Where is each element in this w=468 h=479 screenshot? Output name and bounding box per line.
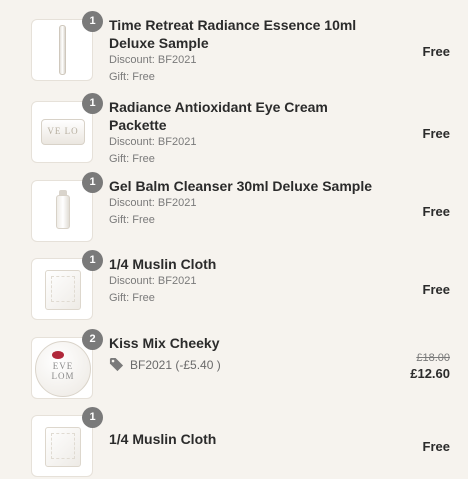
tag-icon (109, 357, 124, 372)
discount-label: Discount: BF2021 (109, 54, 197, 66)
product-name: Kiss Mix Cheeky (109, 335, 220, 351)
discount-label: Discount: BF2021 (109, 275, 197, 287)
quantity-badge: 1 (82, 93, 103, 114)
product-name: 1/4 Muslin Cloth (109, 431, 217, 447)
quantity-badge: 1 (82, 250, 103, 271)
product-details: Gel Balm Cleanser 30ml Deluxe Sample Dis… (109, 177, 379, 229)
line-price: Free (422, 126, 450, 141)
gift-label: Gift: Free (109, 214, 155, 226)
line-price: Free (422, 204, 450, 219)
original-price: £18.00 (416, 352, 450, 364)
discount-code-line: BF2021 (-£5.40 ) (109, 357, 379, 372)
tin-brand-text: EVE LOM (51, 361, 75, 381)
quantity-badge: 1 (82, 407, 103, 428)
product-name: 1/4 Muslin Cloth (109, 256, 217, 272)
discount-label: Discount: BF2021 (109, 136, 197, 148)
quantity-badge: 1 (82, 172, 103, 193)
discount-label: Discount: BF2021 (109, 197, 197, 209)
gift-label: Gift: Free (109, 71, 155, 83)
product-name: Time Retreat Radiance Essence 10ml Delux… (109, 17, 357, 51)
product-details: Radiance Antioxidant Eye Cream Packette … (109, 98, 379, 168)
gift-label: Gift: Free (109, 153, 155, 165)
jar-brand-text: VE LO (47, 126, 79, 136)
quantity-badge: 1 (82, 11, 103, 32)
order-summary-list: 1 Time Retreat Radiance Essence 10ml Del… (0, 0, 468, 479)
product-name: Radiance Antioxidant Eye Cream Packette (109, 99, 328, 133)
cloth-fold-shape (51, 433, 75, 459)
quantity-badge: 2 (82, 329, 103, 350)
product-details: Kiss Mix Cheeky BF2021 (-£5.40 ) (109, 334, 379, 372)
line-price: Free (422, 44, 450, 59)
lips-logo-icon (52, 351, 64, 359)
line-price: Free (422, 439, 450, 454)
gift-label: Gift: Free (109, 292, 155, 304)
product-name: Gel Balm Cleanser 30ml Deluxe Sample (109, 178, 373, 194)
product-details: 1/4 Muslin Cloth Discount: BF2021 Gift: … (109, 255, 379, 307)
line-price: £12.60 (410, 366, 450, 381)
cloth-fold-shape (51, 276, 75, 302)
discount-code: BF2021 (-£5.40 ) (130, 357, 221, 372)
product-details: 1/4 Muslin Cloth (109, 430, 379, 448)
product-details: Time Retreat Radiance Essence 10ml Delux… (109, 16, 379, 86)
essence-vial-image (59, 25, 66, 75)
line-price: Free (422, 282, 450, 297)
line-price-block: £18.00 £12.60 (410, 350, 450, 381)
cleanser-tube-image (56, 195, 70, 229)
